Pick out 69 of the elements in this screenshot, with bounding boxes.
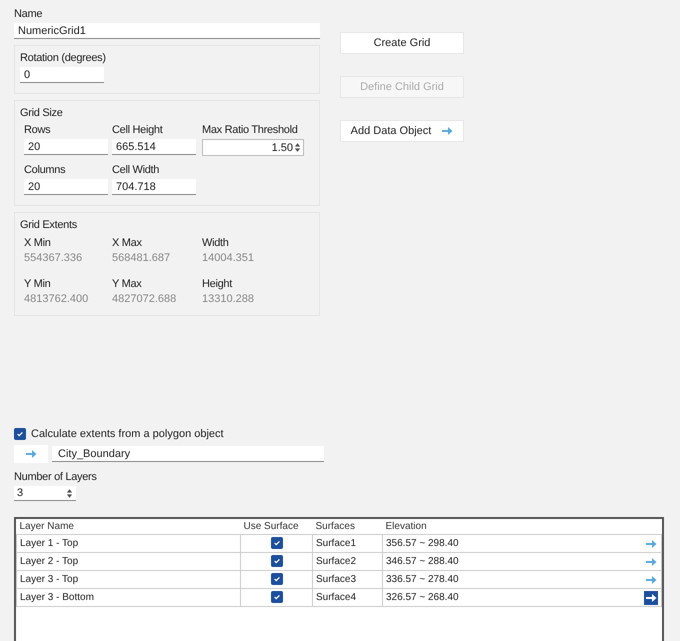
extent-value: 13310.288 (202, 293, 255, 305)
check-icon (272, 557, 280, 566)
arrow-button[interactable] (644, 590, 658, 605)
field-label: Columns (24, 164, 66, 176)
column-header: Surfaces (312, 519, 382, 535)
arrow-icon (645, 574, 657, 585)
extent-value: 4827072.688 (112, 293, 178, 305)
arrow-icon (645, 538, 657, 549)
table-cell: Surface4 (312, 588, 382, 607)
extent-value: 14004.351 (202, 252, 255, 264)
spin-arrows-icon[interactable] (294, 142, 301, 153)
table-cell: 346.57 ~ 288.40 (386, 556, 459, 568)
arrow-icon (645, 556, 657, 567)
input-field[interactable]: 704.718 (112, 179, 196, 195)
group-title: Grid Extents (20, 219, 78, 231)
input-field[interactable]: 20 (24, 139, 108, 155)
field-label: Cell Width (112, 164, 160, 176)
checkbox[interactable] (270, 537, 282, 550)
name-field[interactable]: NumericGrid1 (14, 23, 320, 39)
check-icon (272, 575, 280, 584)
column-header: Elevation (382, 519, 662, 535)
check-icon (16, 430, 24, 438)
checkbox[interactable] (14, 428, 26, 440)
rotation-field[interactable]: 0 (20, 67, 104, 83)
group-title: Grid Size (20, 107, 64, 119)
extent-label: Y Min (24, 278, 52, 290)
checkbox-label: Calculate extents from a polygon object (31, 428, 224, 440)
table-cell: Surface3 (312, 570, 382, 589)
table-cell: Layer 1 - Top (16, 534, 240, 553)
input-field[interactable]: 20 (24, 179, 108, 195)
layers-spinner[interactable]: 3 (14, 486, 76, 502)
field-label: Max Ratio Threshold (202, 124, 299, 136)
column-header: Use Surface (240, 519, 312, 535)
table-cell: 356.57 ~ 298.40 (386, 538, 459, 550)
field-label: Name (14, 8, 44, 20)
check-icon (272, 593, 280, 602)
field-label: Cell Height (112, 124, 164, 136)
extent-label: Y Max (112, 278, 142, 290)
field-label: Number of Layers (14, 471, 98, 483)
check-icon (272, 539, 280, 548)
extent-label: X Max (112, 237, 143, 249)
polygon-field[interactable]: City_Boundary (52, 446, 324, 462)
field-label: Rotation (degrees) (20, 52, 107, 64)
extent-label: Width (202, 237, 230, 249)
table-cell: Layer 3 - Bottom (16, 588, 240, 607)
column-header: Layer Name (16, 519, 240, 535)
extent-value: 4813762.400 (24, 293, 90, 305)
add-data-object-button[interactable]: Add Data Object (340, 120, 464, 142)
arrow-icon (645, 592, 657, 603)
extent-label: Height (202, 278, 234, 290)
arrow-icon (25, 449, 37, 459)
checkbox[interactable] (270, 573, 282, 586)
command-button[interactable]: Create Grid (340, 32, 464, 54)
spin-arrows-icon[interactable] (66, 488, 73, 499)
table-cell: 326.57 ~ 268.40 (386, 592, 459, 604)
extent-value: 568481.687 (112, 252, 172, 264)
checkbox[interactable] (270, 591, 282, 604)
table-cell: Surface1 (312, 534, 382, 553)
table-cell: Surface2 (312, 552, 382, 571)
input-field[interactable]: 665.514 (112, 139, 196, 155)
table-cell: Layer 2 - Top (16, 552, 240, 571)
table-cell: 336.57 ~ 278.40 (386, 574, 459, 586)
arrow-icon (441, 126, 454, 136)
threshold-spinner[interactable]: 1.50 (202, 139, 304, 156)
table-cell: Layer 3 - Top (16, 570, 240, 589)
checkbox[interactable] (270, 555, 282, 568)
extent-label: X Min (24, 237, 52, 249)
field-label: Rows (24, 124, 52, 136)
extent-value: 554367.336 (24, 252, 84, 264)
